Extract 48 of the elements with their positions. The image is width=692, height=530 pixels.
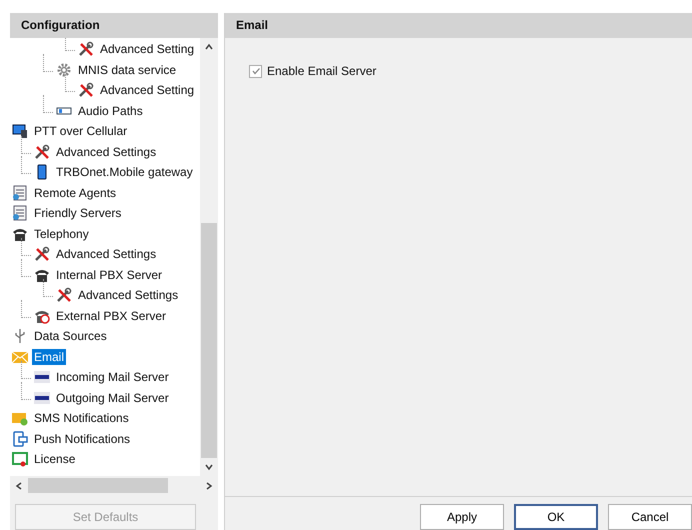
server-icon	[12, 184, 28, 201]
wrench-screwdriver-icon	[78, 41, 94, 58]
dialog-button[interactable]: Cancel	[608, 504, 692, 530]
vertical-scrollbar[interactable]	[200, 38, 218, 476]
scroll-right-icon[interactable]	[204, 480, 214, 490]
tree-item[interactable]: Advanced Setting	[98, 41, 196, 58]
checkbox-label: Enable Email Server	[267, 64, 376, 78]
tree-item[interactable]: License	[32, 451, 78, 468]
server-icon	[12, 205, 28, 222]
tree-item[interactable]: Push Notifications	[32, 430, 132, 447]
tree-item[interactable]: Data Sources	[32, 328, 109, 344]
scroll-up-icon[interactable]	[204, 42, 214, 52]
wrench-screwdriver-icon	[34, 246, 50, 262]
tree-item[interactable]: Incoming Mail Server	[54, 369, 171, 386]
tree-item[interactable]: Internal PBX Server	[54, 266, 164, 283]
tree-item[interactable]: MNIS data service	[76, 62, 178, 78]
tree-item[interactable]: Advanced Settings	[54, 246, 158, 262]
check-icon	[250, 66, 260, 76]
tree-item[interactable]: SMS Notifications	[32, 410, 131, 426]
scrollbar-thumb[interactable]	[201, 223, 217, 458]
checkbox[interactable]	[249, 64, 262, 78]
tree-item[interactable]: PTT over Cellular	[32, 123, 130, 140]
wrench-screwdriver-icon	[34, 144, 50, 160]
panel-header: Email	[225, 13, 692, 38]
gear-icon	[56, 62, 72, 78]
tree-item[interactable]: Advanced Setting	[98, 82, 196, 98]
tree-item[interactable]: Friendly Servers	[32, 205, 124, 222]
tree-item[interactable]: Remote Agents	[32, 184, 118, 201]
tree-item[interactable]: TRBOnet.Mobile gateway	[54, 164, 195, 180]
tree-item[interactable]: Outgoing Mail Server	[54, 390, 171, 406]
monitor-icon	[12, 123, 28, 140]
smtp-icon	[34, 390, 50, 406]
scroll-down-icon[interactable]	[204, 462, 214, 472]
sms-envelope-icon	[12, 410, 28, 426]
tree-item[interactable]: Advanced Settings	[76, 287, 180, 304]
panel-header: Configuration	[10, 13, 218, 38]
dialog-button[interactable]: Apply	[420, 504, 504, 530]
pop3-icon	[34, 369, 50, 386]
tree-item[interactable]: Telephony	[32, 226, 91, 242]
wrench-screwdriver-icon	[56, 287, 72, 304]
scroll-left-icon[interactable]	[14, 480, 24, 490]
scrollbar-thumb[interactable]	[28, 478, 168, 493]
wrench-screwdriver-icon	[78, 82, 94, 98]
dialog-button[interactable]: OK	[514, 504, 598, 530]
tree-item[interactable]: External PBX Server	[54, 308, 168, 324]
tree-item[interactable]: Audio Paths	[76, 102, 145, 119]
tree-item[interactable]: Email	[32, 348, 66, 365]
tree-item[interactable]: Advanced Settings	[54, 144, 158, 160]
